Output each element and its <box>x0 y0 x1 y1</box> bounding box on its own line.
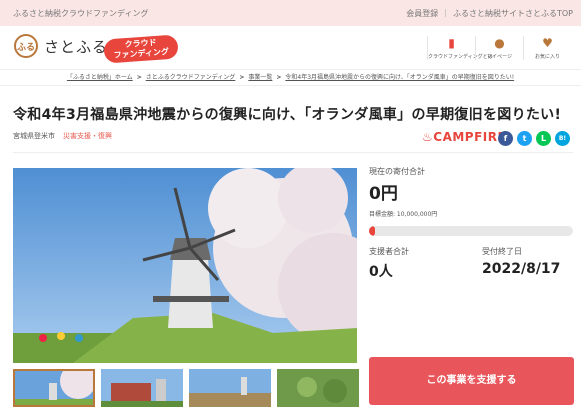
nav-mypage[interactable]: ● マイページ <box>475 36 523 60</box>
header: ふる さとふる クラウド ファンディング ▮ クラウドファンディングとは ● マ… <box>0 26 581 70</box>
user-icon: ● <box>494 36 505 50</box>
logo[interactable]: ふる さとふる <box>14 34 108 58</box>
heart-icon: ♥ <box>542 36 553 50</box>
breadcrumb-home[interactable]: 「ふるさと納税」ホーム <box>67 74 133 81</box>
line-icon[interactable]: L <box>536 131 551 146</box>
support-button[interactable]: この事業を支援する <box>369 357 574 405</box>
breadcrumb-crowdfunding[interactable]: さとふるクラウドファンディング <box>146 74 236 81</box>
thumbnail-1[interactable] <box>13 369 95 407</box>
supporters-stat: 支援者合計 0人 <box>369 246 409 281</box>
location-label: 宮城県登米市 <box>13 132 55 140</box>
thumbnail-2[interactable] <box>101 369 183 407</box>
crowdfunding-badge: クラウド ファンディング <box>103 34 179 64</box>
page-title: 令和4年3月福島県沖地震からの復興に向け、「オランダ風車」の早期復旧を図りたい! <box>13 107 562 123</box>
top-link[interactable]: ふるさと納税サイトさとふるTOP <box>453 8 573 19</box>
funding-summary: 現在の寄付合計 0円 目標金額: 10,000,000円 <box>369 166 574 218</box>
breadcrumb-list[interactable]: 事業一覧 <box>248 74 272 81</box>
deadline-label: 受付終了日 <box>482 247 522 256</box>
total-value: 0円 <box>369 184 398 204</box>
topbar-separator: | <box>444 8 447 17</box>
campfire-logo[interactable]: ♨CAMPFIRE <box>422 130 506 144</box>
nav-mypage-label: マイページ <box>487 54 512 60</box>
bookmark-icon: ▮ <box>448 36 455 50</box>
hatena-icon[interactable]: B! <box>555 131 570 146</box>
deadline-stat: 受付終了日 2022/8/17 <box>482 246 560 277</box>
project-meta: 宮城県登米市 災害支援・復興 <box>13 131 112 141</box>
logo-text: さとふる <box>44 37 109 56</box>
windmill-photo <box>13 168 357 363</box>
facebook-icon[interactable]: f <box>498 131 513 146</box>
progress-bar <box>369 226 573 236</box>
top-bar: ふるさと納税クラウドファンディング 会員登録 | ふるさと納税サイトさとふるTO… <box>0 0 581 26</box>
progress-fill <box>369 226 376 236</box>
breadcrumb-sep: > <box>276 74 282 81</box>
nav-favorites-label: お気に入り <box>534 54 560 60</box>
share-buttons: f t L B! <box>498 131 570 146</box>
thumbnail-list <box>13 369 359 407</box>
nav-favorites[interactable]: ♥ お気に入り <box>523 36 571 60</box>
divider <box>13 152 573 153</box>
nav-about[interactable]: ▮ クラウドファンディングとは <box>427 36 493 60</box>
deadline-value: 2022/8/17 <box>482 261 561 277</box>
nav-about-label: クラウドファンディングとは <box>428 54 493 60</box>
goal-amount: 目標金額: 10,000,000円 <box>369 211 438 218</box>
thumbnail-4[interactable] <box>277 369 359 407</box>
breadcrumb-current[interactable]: 令和4年3月福島県沖地震からの復興に向け、「オランダ風車」の早期復旧を図りたい! <box>285 74 514 81</box>
site-name[interactable]: ふるさと納税クラウドファンディング <box>13 8 148 19</box>
total-label: 現在の寄付合計 <box>369 167 425 176</box>
supporters-value: 0人 <box>369 264 393 280</box>
supporters-label: 支援者合計 <box>369 247 409 256</box>
category-link[interactable]: 災害支援・復興 <box>63 132 112 140</box>
header-nav: ▮ クラウドファンディングとは ● マイページ ♥ お気に入り <box>427 36 571 60</box>
logo-mark-icon: ふる <box>14 34 38 58</box>
breadcrumb-sep: > <box>136 74 142 81</box>
thumbnail-3[interactable] <box>189 369 271 407</box>
twitter-icon[interactable]: t <box>517 131 532 146</box>
register-link[interactable]: 会員登録 <box>406 8 438 19</box>
breadcrumb-sep: > <box>239 74 245 81</box>
main-image[interactable] <box>13 168 357 363</box>
breadcrumb: 「ふるさと納税」ホーム > さとふるクラウドファンディング > 事業一覧 > 令和4年3月福… <box>0 70 581 86</box>
